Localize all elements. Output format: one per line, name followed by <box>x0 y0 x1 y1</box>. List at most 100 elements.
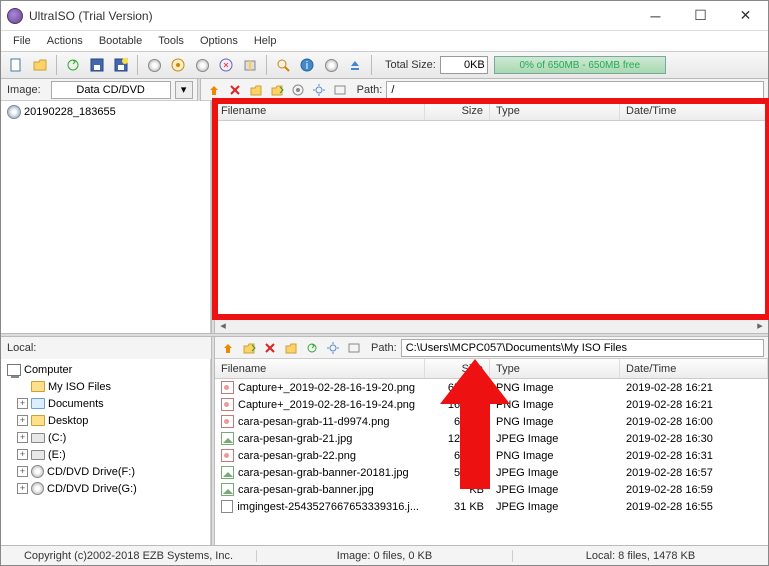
expand-icon[interactable]: + <box>17 466 28 477</box>
extract-button[interactable] <box>268 81 286 99</box>
find-button[interactable] <box>272 54 294 76</box>
local-add-button[interactable] <box>240 339 258 357</box>
local-delete-button[interactable] <box>261 339 279 357</box>
list-item[interactable]: imgingest-2543527667653339316.j...31 KBJ… <box>215 498 768 515</box>
file-icon <box>221 466 234 479</box>
col-type[interactable]: Type <box>490 101 620 120</box>
window-title: UltraISO (Trial Version) <box>29 9 633 23</box>
list-item[interactable]: cara-pesan-grab-22.png67 KBPNG Image2019… <box>215 447 768 464</box>
local-tree[interactable]: ComputerMy ISO Files+Documents+Desktop+(… <box>1 359 211 545</box>
col-size[interactable]: Size <box>425 101 490 120</box>
col-filename[interactable]: Filename <box>215 101 425 120</box>
total-size-field[interactable] <box>440 56 488 74</box>
minimize-button[interactable]: ─ <box>633 1 678 30</box>
menu-options[interactable]: Options <box>192 33 246 49</box>
col-filename-local[interactable]: Filename <box>215 359 425 378</box>
compress-button[interactable] <box>239 54 261 76</box>
menu-tools[interactable]: Tools <box>150 33 192 49</box>
drive-icon <box>31 450 45 460</box>
save-button[interactable] <box>86 54 108 76</box>
image-hscroll[interactable]: ◂▸ <box>215 317 768 333</box>
menu-help[interactable]: Help <box>246 33 285 49</box>
image-tree[interactable]: 20190228_183655 <box>1 101 211 333</box>
settings-button[interactable] <box>310 81 328 99</box>
newfolder-button[interactable] <box>247 81 265 99</box>
local-refresh-button[interactable] <box>303 339 321 357</box>
list-item[interactable]: Capture+_2019-02-28-16-19-24.png161 KBPN… <box>215 396 768 413</box>
tree-item[interactable]: +(C:) <box>3 429 208 446</box>
local-view-button[interactable] <box>345 339 363 357</box>
info-button[interactable]: i <box>296 54 318 76</box>
disc-button-3[interactable] <box>320 54 342 76</box>
path-field-local[interactable]: C:\Users\MCPC057\Documents\My ISO Files <box>401 339 764 357</box>
col-date[interactable]: Date/Time <box>620 101 768 120</box>
eject-button[interactable] <box>344 54 366 76</box>
tree-item[interactable]: +CD/DVD Drive(F:) <box>3 463 208 480</box>
cd-icon <box>31 465 44 478</box>
menu-file[interactable]: File <box>5 33 39 49</box>
file-icon <box>221 398 234 411</box>
disc-button-1[interactable] <box>143 54 165 76</box>
list-item[interactable]: Capture+_2019-02-28-16-19-20.png650 KBPN… <box>215 379 768 396</box>
saveas-button[interactable] <box>110 54 132 76</box>
file-icon <box>221 500 233 513</box>
local-newfolder-button[interactable] <box>282 339 300 357</box>
new-button[interactable] <box>5 54 27 76</box>
statusbar: Copyright (c)2002-2018 EZB Systems, Inc.… <box>1 545 768 565</box>
local-settings-button[interactable] <box>324 339 342 357</box>
status-image: Image: 0 files, 0 KB <box>257 550 513 562</box>
image-list-body[interactable] <box>215 121 768 317</box>
tree-item[interactable]: +Desktop <box>3 412 208 429</box>
col-size-local[interactable]: Size <box>425 359 490 378</box>
file-icon <box>221 483 234 496</box>
disc-button-2[interactable] <box>191 54 213 76</box>
tree-item[interactable]: +(E:) <box>3 446 208 463</box>
local-list-body[interactable]: Capture+_2019-02-28-16-19-20.png650 KBPN… <box>215 379 768 545</box>
local-label: Local: <box>1 337 211 359</box>
burn-button[interactable] <box>167 54 189 76</box>
free-space-bar: 0% of 650MB - 650MB free <box>494 56 666 74</box>
open-button[interactable] <box>29 54 51 76</box>
main-toolbar: i Total Size: 0% of 650MB - 650MB free <box>1 51 768 79</box>
tree-item[interactable]: My ISO Files <box>3 378 208 395</box>
folder-icon <box>31 398 45 409</box>
tree-root-computer[interactable]: Computer <box>3 361 208 378</box>
local-up-button[interactable] <box>219 339 237 357</box>
local-list-header: Filename Size Type Date/Time <box>215 359 768 379</box>
drive-icon <box>31 433 45 443</box>
expand-icon[interactable]: + <box>17 398 28 409</box>
props-button[interactable] <box>289 81 307 99</box>
delete-button[interactable] <box>226 81 244 99</box>
menu-actions[interactable]: Actions <box>39 33 91 49</box>
up-button[interactable] <box>205 81 223 99</box>
col-date-local[interactable]: Date/Time <box>620 359 768 378</box>
refresh-button[interactable] <box>62 54 84 76</box>
list-item[interactable]: cara-pesan-grab-11-d9974.png67 KBPNG Ima… <box>215 413 768 430</box>
cd-icon <box>31 482 44 495</box>
expand-icon[interactable]: + <box>17 483 28 494</box>
mount-button[interactable] <box>215 54 237 76</box>
view-button[interactable] <box>331 81 349 99</box>
maximize-button[interactable]: ☐ <box>678 1 723 30</box>
col-type-local[interactable]: Type <box>490 359 620 378</box>
file-icon <box>221 432 234 445</box>
tree-item[interactable]: +Documents <box>3 395 208 412</box>
tree-item[interactable]: +CD/DVD Drive(G:) <box>3 480 208 497</box>
list-item[interactable]: cara-pesan-grab-banner-20181.jpg54 KBJPE… <box>215 464 768 481</box>
path-label-top: Path: <box>353 84 387 96</box>
file-icon <box>221 449 234 462</box>
folder-icon <box>31 381 45 392</box>
list-item[interactable]: cara-pesan-grab-21.jpg124 KBJPEG Image20… <box>215 430 768 447</box>
expand-icon[interactable]: + <box>17 449 28 460</box>
close-button[interactable]: ✕ <box>723 1 768 30</box>
image-type-selector[interactable]: Data CD/DVD <box>51 81 171 99</box>
file-icon <box>221 415 234 428</box>
path-field-top[interactable]: / <box>386 81 764 99</box>
list-item[interactable]: cara-pesan-grab-banner.jpgKBJPEG Image20… <box>215 481 768 498</box>
tree-root-image[interactable]: 20190228_183655 <box>3 103 208 120</box>
status-copyright: Copyright (c)2002-2018 EZB Systems, Inc. <box>1 550 257 562</box>
image-props-button[interactable]: ▾ <box>175 81 193 99</box>
menu-bootable[interactable]: Bootable <box>91 33 150 49</box>
expand-icon[interactable]: + <box>17 415 28 426</box>
expand-icon[interactable]: + <box>17 432 28 443</box>
